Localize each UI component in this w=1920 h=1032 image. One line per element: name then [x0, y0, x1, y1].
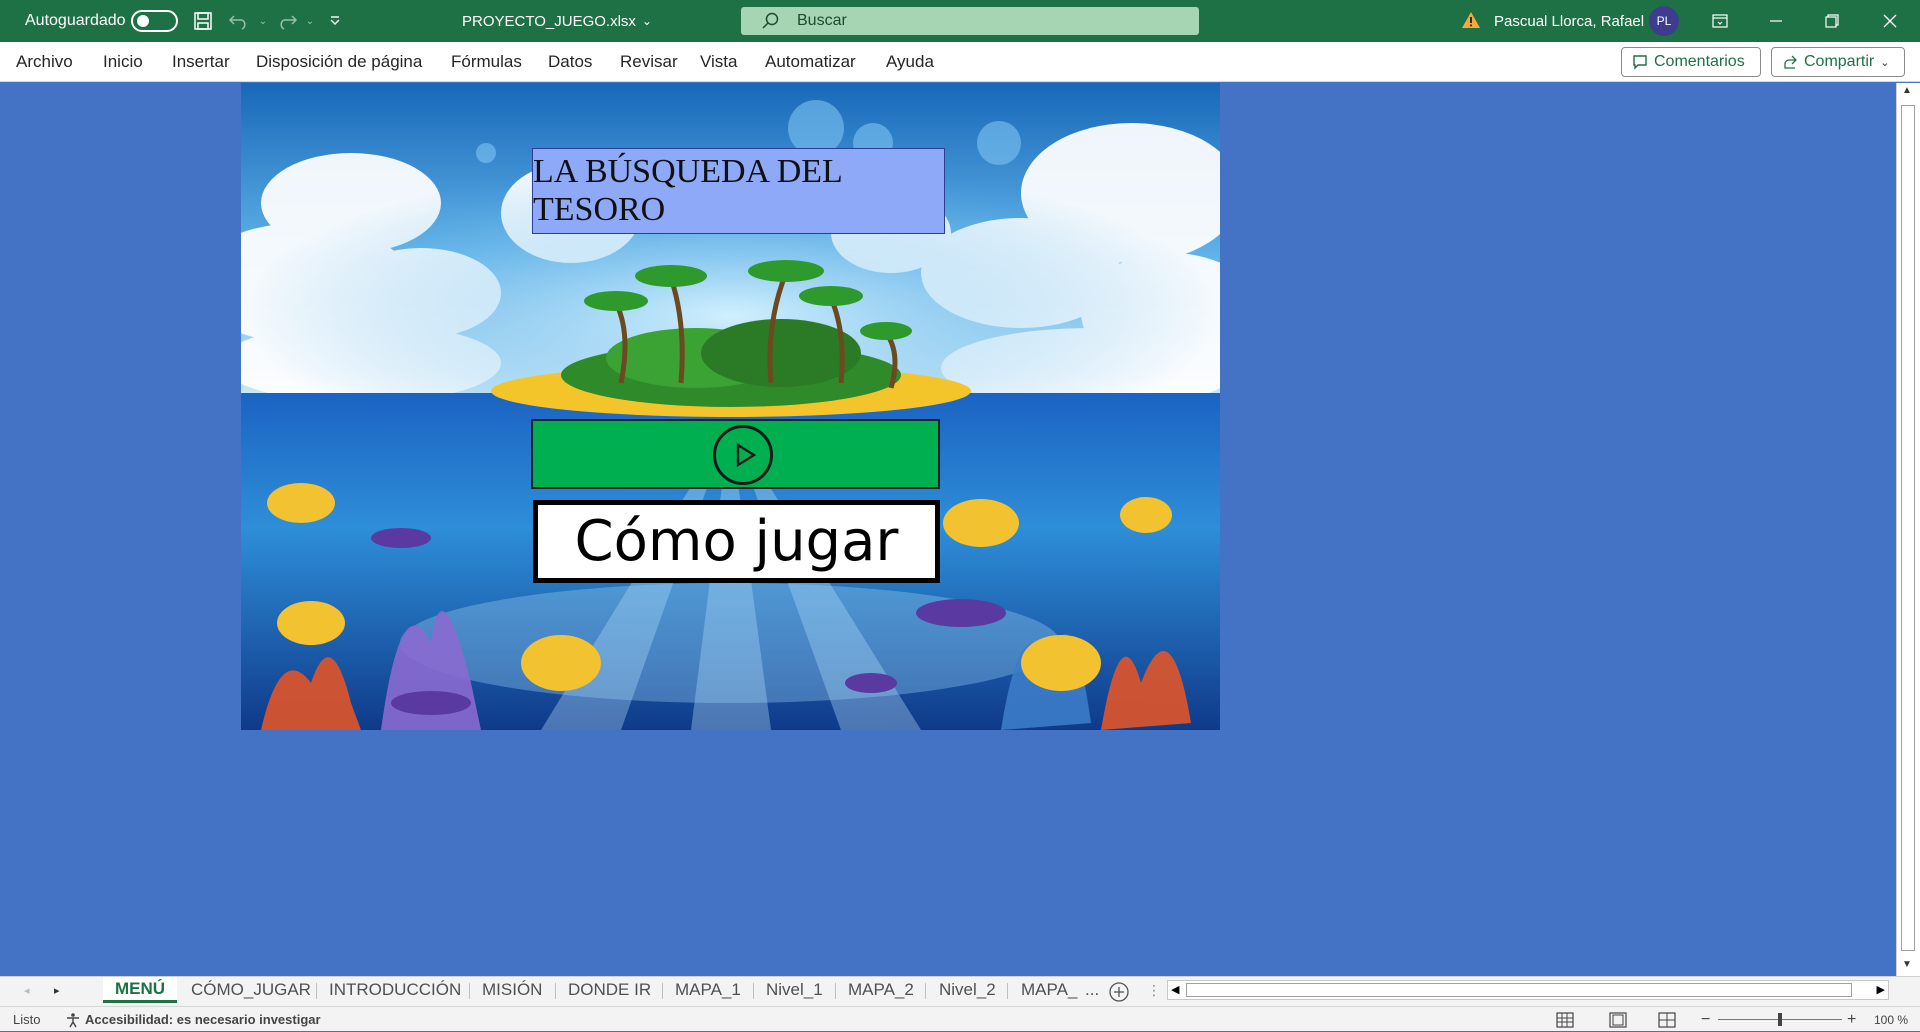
how-to-play-label: Cómo jugar	[574, 509, 899, 574]
menu-ayuda[interactable]: Ayuda	[886, 42, 934, 82]
file-name[interactable]: PROYECTO_JUEGO.xlsx ⌄	[462, 0, 652, 42]
avatar[interactable]: PL	[1649, 6, 1679, 36]
tab-separator	[753, 983, 754, 999]
tab-separator	[835, 983, 836, 999]
scroll-up-icon[interactable]: ▲	[1902, 85, 1912, 96]
status-bar: Listo Accesibilidad: es necesario invest…	[0, 1006, 1920, 1031]
tab-separator	[925, 983, 926, 999]
menu-archivo[interactable]: Archivo	[16, 42, 73, 82]
tab-nivel-1[interactable]: Nivel_1	[766, 977, 823, 1003]
share-icon	[1784, 55, 1797, 69]
customize-toolbar-icon[interactable]	[324, 11, 346, 31]
page-break-view-icon[interactable]	[1658, 1007, 1676, 1032]
comments-label: Comentarios	[1654, 53, 1745, 70]
vertical-scroll-thumb[interactable]	[1901, 105, 1915, 951]
tab-nivel-2[interactable]: Nivel_2	[939, 977, 996, 1003]
ribbon-display-icon[interactable]	[1692, 0, 1748, 42]
tab-overflow-button[interactable]: ...	[1085, 977, 1099, 1003]
status-ready: Listo	[13, 1012, 41, 1027]
redo-icon[interactable]	[276, 11, 298, 31]
tab-separator	[469, 983, 470, 999]
tab-mapa-partial[interactable]: MAPA_	[1021, 977, 1077, 1003]
user-name[interactable]: Pascual Llorca, Rafael	[1494, 0, 1644, 42]
zoom-slider-thumb[interactable]	[1778, 1013, 1782, 1026]
tab-donde-ir[interactable]: DONDE IR	[568, 977, 651, 1003]
page-layout-view-icon[interactable]	[1609, 1007, 1627, 1032]
save-icon[interactable]	[192, 11, 214, 31]
minimize-icon[interactable]	[1748, 0, 1804, 42]
autosave-label: Autoguardado	[25, 12, 126, 29]
tab-mapa-2[interactable]: MAPA_2	[848, 977, 914, 1003]
how-to-play-button[interactable]: Cómo jugar	[533, 500, 940, 583]
menu-revisar[interactable]: Revisar	[620, 42, 678, 82]
restore-icon[interactable]	[1804, 0, 1860, 42]
play-icon	[713, 425, 773, 485]
menu-datos[interactable]: Datos	[548, 42, 592, 82]
search-icon	[762, 12, 779, 29]
tab-como-jugar[interactable]: CÓMO_JUGAR	[191, 977, 311, 1003]
accessibility-icon	[67, 1012, 79, 1027]
menu-formulas[interactable]: Fórmulas	[451, 42, 522, 82]
tab-introduccion[interactable]: INTRODUCCIÓN	[329, 977, 461, 1003]
file-name-label: PROYECTO_JUEGO.xlsx	[462, 12, 636, 30]
zoom-level[interactable]: 100 %	[1874, 1007, 1908, 1032]
tab-next-icon[interactable]: ▸	[54, 977, 60, 1003]
horizontal-scroll-thumb[interactable]	[1186, 983, 1852, 997]
zoom-out-icon[interactable]: −	[1701, 1007, 1710, 1032]
chevron-down-icon: ⌄	[641, 14, 652, 28]
accessibility-label: Accesibilidad: es necesario investigar	[85, 1012, 321, 1027]
redo-dropdown-icon[interactable]: ⌄	[299, 11, 321, 31]
menu-disposicion[interactable]: Disposición de página	[256, 42, 422, 82]
share-label: Compartir	[1804, 53, 1875, 70]
warning-icon[interactable]	[1460, 10, 1482, 30]
normal-view-icon[interactable]	[1556, 1007, 1574, 1032]
game-title-text: LA BÚSQUEDA DEL TESORO	[533, 153, 842, 228]
close-icon[interactable]	[1862, 0, 1918, 42]
comments-button[interactable]: Comentarios	[1621, 47, 1761, 77]
scroll-down-icon[interactable]: ▼	[1902, 959, 1912, 970]
tab-separator	[316, 983, 317, 999]
splitter-handle-icon[interactable]: ⋮	[1147, 977, 1161, 1003]
undo-dropdown-icon[interactable]: ⌄	[252, 11, 274, 31]
accessibility-status[interactable]: Accesibilidad: es necesario investigar	[65, 1007, 321, 1032]
chevron-down-icon[interactable]: ⌄	[1880, 56, 1889, 69]
tab-separator	[662, 983, 663, 999]
menu-vista[interactable]: Vista	[700, 42, 738, 82]
search-box[interactable]: Buscar	[741, 7, 1199, 35]
horizontal-scrollbar[interactable]: ◀ ▶	[1167, 980, 1889, 1000]
scroll-right-icon[interactable]: ▶	[1877, 983, 1885, 996]
menu-bar: Archivo Inicio Insertar Disposición de p…	[0, 42, 1920, 82]
vertical-scrollbar[interactable]: ▲ ▼	[1896, 83, 1920, 976]
title-bar: Autoguardado ⌄ ⌄ PROYECTO_JUEGO.xlsx ⌄ B…	[0, 0, 1920, 42]
tab-separator	[555, 983, 556, 999]
game-title: LA BÚSQUEDA DEL TESORO	[532, 148, 945, 234]
zoom-slider[interactable]	[1718, 1007, 1842, 1032]
autosave-toggle[interactable]	[131, 10, 178, 32]
tab-mapa-1[interactable]: MAPA_1	[675, 977, 741, 1003]
zoom-in-icon[interactable]: +	[1847, 1007, 1856, 1032]
search-placeholder: Buscar	[797, 12, 847, 29]
menu-automatizar[interactable]: Automatizar	[765, 42, 856, 82]
tab-mision[interactable]: MISIÓN	[482, 977, 542, 1003]
tab-menu[interactable]: MENÚ	[103, 977, 178, 1003]
comment-icon	[1633, 55, 1647, 70]
add-sheet-icon[interactable]	[1108, 979, 1130, 1005]
undo-icon[interactable]	[228, 11, 250, 31]
game-menu-background: LA BÚSQUEDA DEL TESORO Cómo jugar	[241, 83, 1220, 730]
tab-separator	[1007, 983, 1008, 999]
play-button[interactable]	[531, 419, 940, 489]
menu-insertar[interactable]: Insertar	[172, 42, 230, 82]
menu-inicio[interactable]: Inicio	[103, 42, 143, 82]
share-button[interactable]: Compartir ⌄	[1771, 47, 1905, 77]
scroll-left-icon[interactable]: ◀	[1171, 983, 1179, 996]
tab-prev-icon[interactable]: ◂	[24, 977, 30, 1003]
